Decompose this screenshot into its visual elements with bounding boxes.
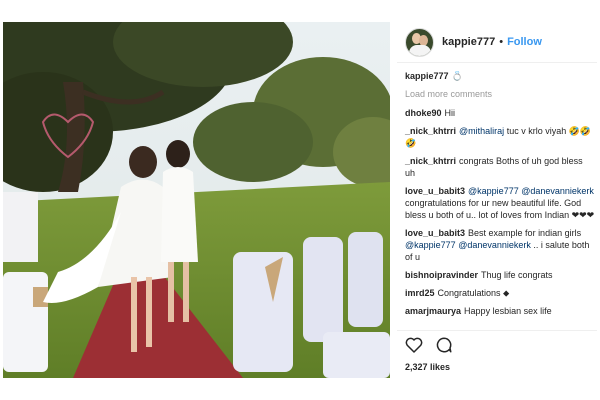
post-photo[interactable] <box>3 22 390 378</box>
comment-username[interactable]: _nick_khtrri <box>405 156 456 166</box>
avatar-body <box>409 44 431 56</box>
wedding-photo-image <box>3 22 390 378</box>
comment-item: love_u_babit3 @kappie777 @danevanniekerk … <box>405 185 595 221</box>
comment-username[interactable]: amarjmaurya <box>405 306 461 316</box>
comment-text: Best example for indian girls <box>468 228 582 238</box>
post-sidebar: kappie777 • Follow kappie777 💍 Load more … <box>397 22 597 378</box>
comment-mention[interactable]: @mithaliraj <box>459 126 504 136</box>
comment-item: love_u_babit3 Best example for indian gir… <box>405 227 595 263</box>
comment-username[interactable]: dhoke90 <box>405 108 442 118</box>
comment-text: Hii <box>444 108 456 118</box>
header-username[interactable]: kappie777 <box>442 36 495 48</box>
comment-username[interactable]: love_u_babit3 <box>405 186 465 196</box>
comment-item: dhoke90 Hii <box>405 107 595 119</box>
post-actions <box>405 337 453 357</box>
caption-username[interactable]: kappie777 <box>405 71 449 81</box>
comment-item: amarjmaurya Happy lesbian sex life <box>405 305 595 317</box>
likes-count[interactable]: 2,327 likes <box>405 362 450 372</box>
comment-container: dhoke90 Hii _nick_khtrri @mithaliraj tuc v … <box>405 107 595 317</box>
header-divider <box>397 62 597 63</box>
heart-icon[interactable] <box>405 336 423 358</box>
avatar-face <box>419 34 428 46</box>
comment-item: imrd25 Congratulations ⬥ <box>405 287 595 299</box>
comment-item: _nick_khtrri @mithaliraj tuc v krlo viyah… <box>405 125 595 149</box>
comment-username[interactable]: imrd25 <box>405 288 435 298</box>
comment-mention[interactable]: @danevanniekerk <box>521 186 594 196</box>
comment-username[interactable]: bishnoipravinder <box>405 270 478 280</box>
comment-mention[interactable]: @kappie777 <box>405 240 456 250</box>
comments-list: kappie777 💍 Load more comments dhoke90 Hii… <box>405 70 595 323</box>
header-separator: • <box>499 36 504 48</box>
comment-text: congratulations for ur new beautiful lif… <box>405 198 595 220</box>
comment-text: Thug life congrats <box>481 270 553 280</box>
follow-button[interactable]: Follow <box>507 36 542 48</box>
comment-text: Happy lesbian sex life <box>464 306 552 316</box>
comment-item: bishnoipravinder Thug life congrats <box>405 269 595 281</box>
caption: kappie777 💍 <box>405 70 595 82</box>
actions-divider <box>397 330 597 331</box>
post-header: kappie777 • Follow <box>397 22 597 62</box>
load-more-comments-button[interactable]: Load more comments <box>405 88 595 100</box>
comment-username[interactable]: _nick_khtrri <box>405 126 456 136</box>
caption-text: 💍 <box>451 71 463 81</box>
comment-item: _nick_khtrri congrats Boths of uh god ble… <box>405 155 595 179</box>
comment-mention[interactable]: @kappie777 <box>468 186 519 196</box>
comment-bubble-icon[interactable] <box>435 336 453 359</box>
comment-username[interactable]: love_u_babit3 <box>405 228 465 238</box>
avatar[interactable] <box>405 27 434 57</box>
comment-text: Congratulations ⬥ <box>437 288 510 298</box>
comment-mention[interactable]: @danevanniekerk <box>458 240 531 250</box>
